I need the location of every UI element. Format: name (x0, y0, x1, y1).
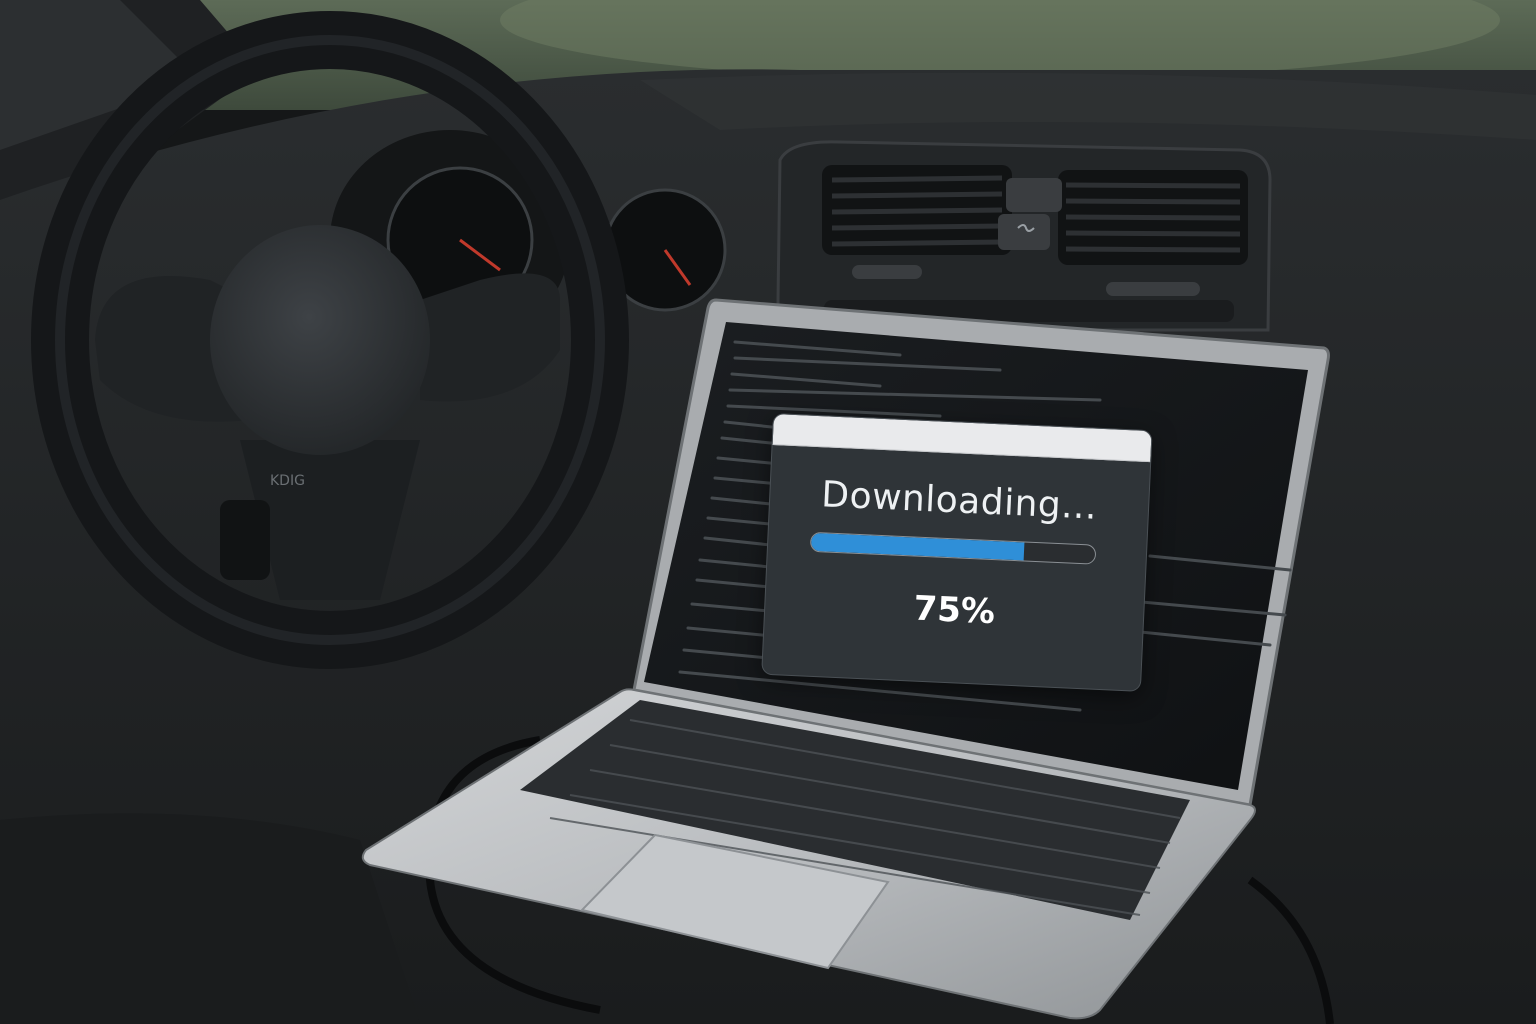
seat (0, 813, 420, 1024)
console-switch (998, 214, 1050, 250)
right-air-vent (1058, 170, 1248, 265)
download-title: Downloading... (820, 474, 1099, 528)
download-progress-fill (810, 532, 1025, 561)
left-air-vent (822, 165, 1012, 255)
center-console (776, 140, 1272, 332)
download-progress-bar (809, 531, 1097, 565)
car-interior-scene: KDIG (0, 0, 1536, 1024)
download-percent: 75% (912, 588, 996, 633)
svg-text:KDIG: KDIG (270, 473, 305, 489)
hazard-button (1006, 178, 1062, 212)
download-dialog: Downloading... 75% (762, 414, 1152, 691)
